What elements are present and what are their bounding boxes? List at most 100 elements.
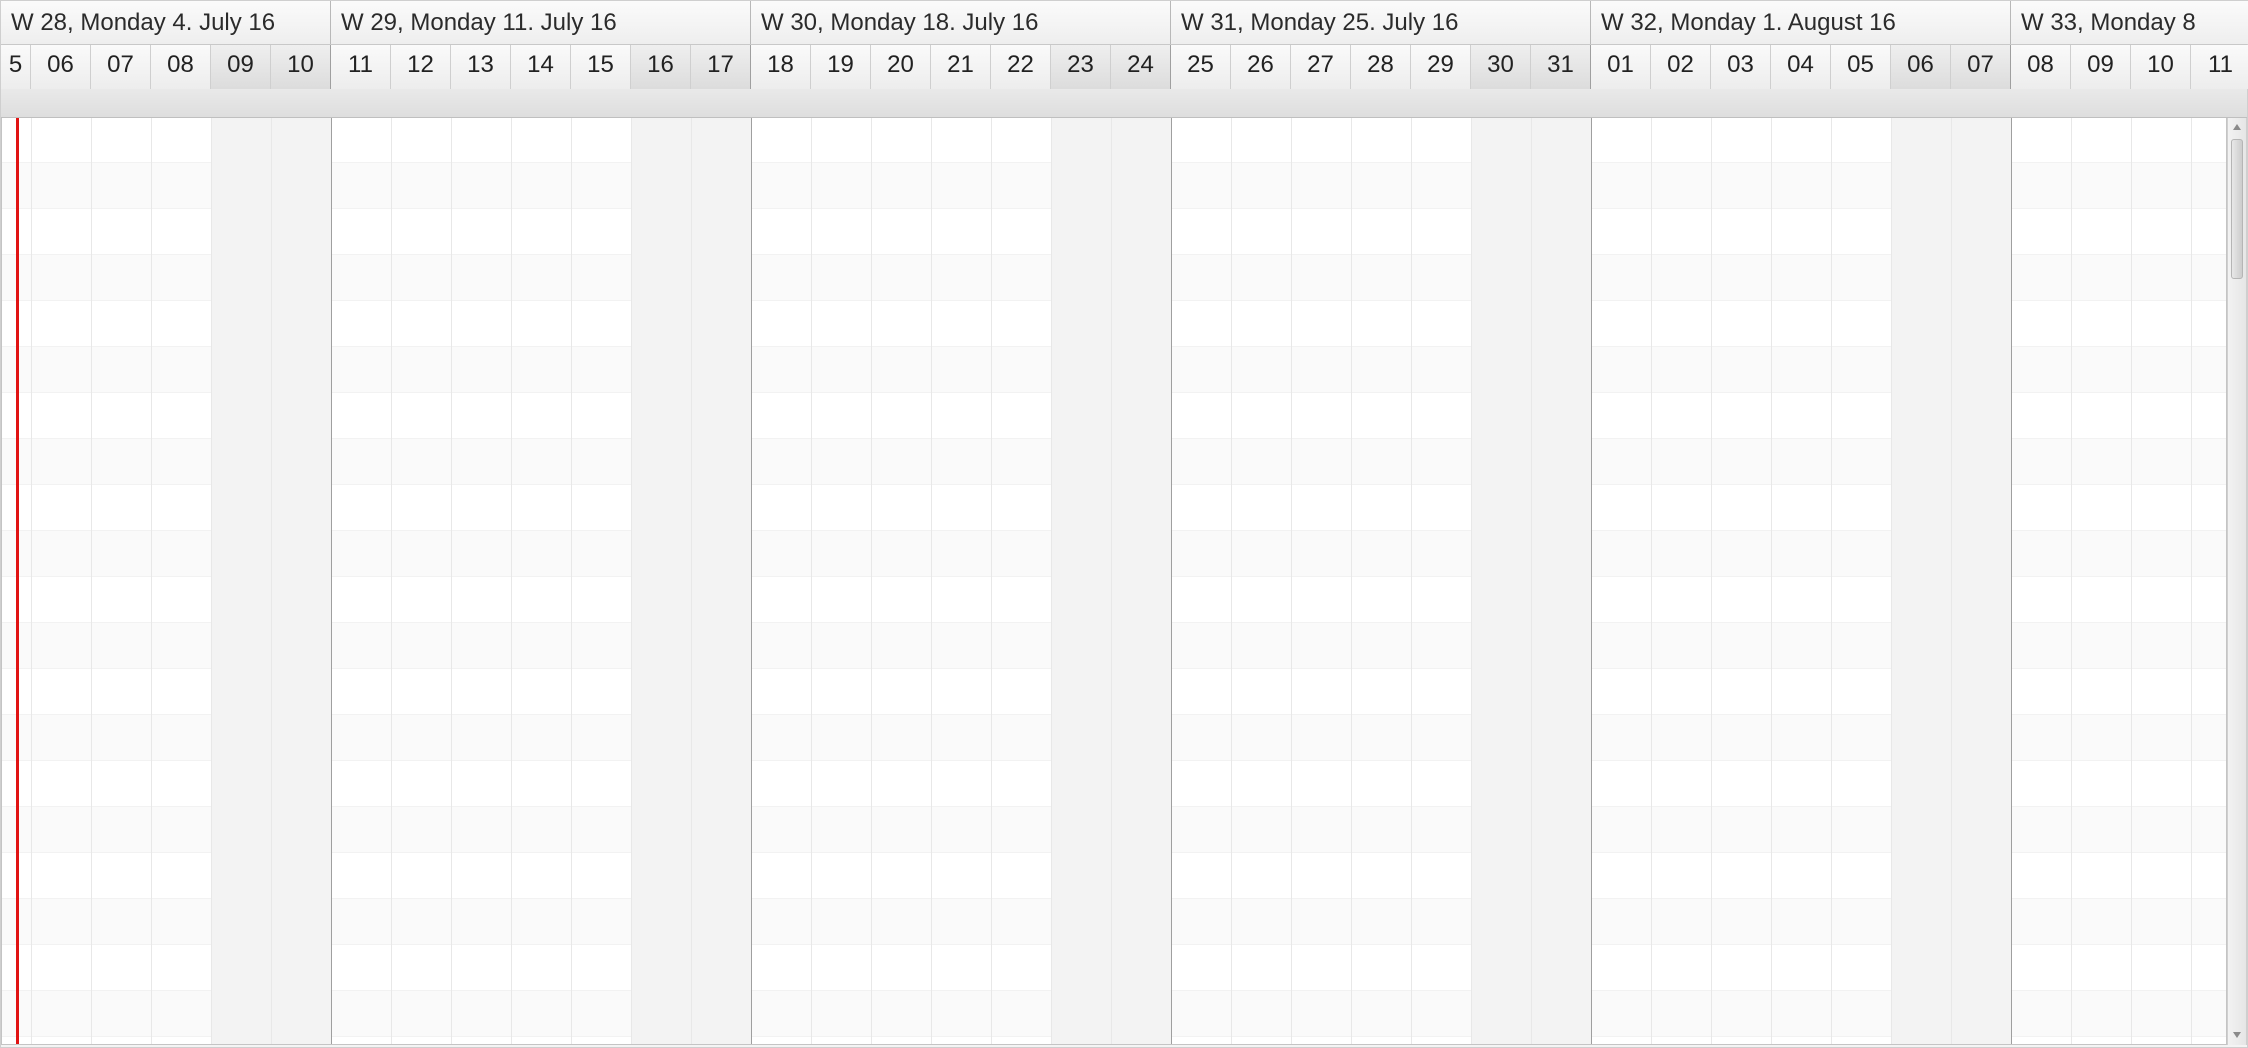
day-header-cell[interactable]: 28: [1351, 45, 1411, 89]
day-header-label: 09: [227, 51, 254, 78]
grid-col: [692, 117, 752, 1044]
day-header-cell[interactable]: 23: [1051, 45, 1111, 89]
grid-col: [1832, 117, 1892, 1044]
day-header-cell[interactable]: 25: [1171, 45, 1231, 89]
scroll-up-arrow-icon[interactable]: [2228, 117, 2246, 137]
grid-col: [1292, 117, 1352, 1044]
day-header-cell[interactable]: 21: [931, 45, 991, 89]
day-header-label: 05: [1847, 51, 1874, 78]
day-header-cell[interactable]: 06: [31, 45, 91, 89]
day-header-cell[interactable]: 26: [1231, 45, 1291, 89]
grid-col: [2012, 117, 2072, 1044]
day-header-cell[interactable]: 12: [391, 45, 451, 89]
scrollbar-thumb[interactable]: [2231, 139, 2243, 279]
grid-col: [1112, 117, 1172, 1044]
week-header-cell[interactable]: W 28, Monday 4. July 16: [1, 1, 331, 44]
day-header-label: 11: [2208, 51, 2233, 78]
grid-col: [1892, 117, 1952, 1044]
day-header-cell[interactable]: 08: [2011, 45, 2071, 89]
grid-col: [1532, 117, 1592, 1044]
day-header-cell[interactable]: 29: [1411, 45, 1471, 89]
day-header-cell[interactable]: 13: [451, 45, 511, 89]
day-header-cell[interactable]: 02: [1651, 45, 1711, 89]
day-header-label: 31: [1547, 51, 1574, 78]
grid-col: [452, 117, 512, 1044]
scroll-down-arrow-icon[interactable]: [2228, 1025, 2246, 1045]
day-header-label: 16: [647, 51, 674, 78]
day-header-cell[interactable]: 18: [751, 45, 811, 89]
day-header-label: 04: [1787, 51, 1814, 78]
day-header-cell[interactable]: 17: [691, 45, 751, 89]
day-header-cell[interactable]: 16: [631, 45, 691, 89]
day-header-label: 13: [467, 51, 494, 78]
day-header-cell[interactable]: 10: [2131, 45, 2191, 89]
day-header-cell[interactable]: 08: [151, 45, 211, 89]
grid-col: [1052, 117, 1112, 1044]
week-header-cell[interactable]: W 32, Monday 1. August 16: [1591, 1, 2011, 44]
day-header-label: 27: [1307, 51, 1334, 78]
grid-col: [572, 117, 632, 1044]
day-header-label: 21: [947, 51, 974, 78]
gantt-timeline-frame: W 28, Monday 4. July 16 W 29, Monday 11. …: [0, 0, 2248, 1048]
day-header-label: 09: [2087, 51, 2114, 78]
grid-col: [1172, 117, 1232, 1044]
grid-col: [1952, 117, 2012, 1044]
grid-col: [1592, 117, 1652, 1044]
day-header-cell[interactable]: 10: [271, 45, 331, 89]
day-header-cell[interactable]: 20: [871, 45, 931, 89]
day-header-cell[interactable]: 06: [1891, 45, 1951, 89]
day-header-cell[interactable]: 07: [1951, 45, 2011, 89]
timeline-grid-cols: [2, 117, 2226, 1044]
day-header-cell[interactable]: 03: [1711, 45, 1771, 89]
week-header-label: W 33, Monday 8: [2021, 9, 2196, 36]
day-header-cell[interactable]: 31: [1531, 45, 1591, 89]
day-header-label: 12: [407, 51, 434, 78]
week-header-cell[interactable]: W 29, Monday 11. July 16: [331, 1, 751, 44]
timeline-header-spacer: [1, 89, 2247, 117]
week-header-cell[interactable]: W 31, Monday 25. July 16: [1171, 1, 1591, 44]
day-header-cell[interactable]: 27: [1291, 45, 1351, 89]
grid-col: [2192, 117, 2227, 1044]
day-header-cell[interactable]: 09: [2071, 45, 2131, 89]
day-header-cell[interactable]: 11: [2191, 45, 2248, 89]
day-header-cell[interactable]: 24: [1111, 45, 1171, 89]
day-header-cell[interactable]: 05: [1831, 45, 1891, 89]
vertical-scrollbar[interactable]: [2227, 117, 2247, 1045]
day-header-label: 25: [1187, 51, 1214, 78]
day-header-label: 15: [587, 51, 614, 78]
day-header-label: 26: [1247, 51, 1274, 78]
day-header-label: 22: [1007, 51, 1034, 78]
day-header-label: 07: [1967, 51, 1994, 78]
week-header-cell[interactable]: W 33, Monday 8: [2011, 1, 2248, 44]
day-header-cell[interactable]: 04: [1771, 45, 1831, 89]
timeline-header: W 28, Monday 4. July 16 W 29, Monday 11. …: [1, 1, 2247, 118]
grid-col: [1652, 117, 1712, 1044]
day-header-cell[interactable]: 22: [991, 45, 1051, 89]
day-header-cell[interactable]: 19: [811, 45, 871, 89]
timeline-header-weeks: W 28, Monday 4. July 16 W 29, Monday 11. …: [1, 1, 2247, 45]
day-header-label: 29: [1427, 51, 1454, 78]
day-header-cell[interactable]: 5: [1, 45, 31, 89]
day-header-cell[interactable]: 14: [511, 45, 571, 89]
week-header-label: W 29, Monday 11. July 16: [341, 9, 617, 36]
day-header-label: 06: [1907, 51, 1934, 78]
week-header-label: W 30, Monday 18. July 16: [761, 9, 1038, 36]
week-header-label: W 31, Monday 25. July 16: [1181, 9, 1458, 36]
grid-col: [332, 117, 392, 1044]
day-header-label: 18: [767, 51, 794, 78]
week-header-cell[interactable]: W 30, Monday 18. July 16: [751, 1, 1171, 44]
grid-col: [752, 117, 812, 1044]
grid-col: [32, 117, 92, 1044]
grid-col: [812, 117, 872, 1044]
day-header-cell[interactable]: 01: [1591, 45, 1651, 89]
day-header-cell[interactable]: 07: [91, 45, 151, 89]
day-header-cell[interactable]: 15: [571, 45, 631, 89]
day-header-label: 30: [1487, 51, 1514, 78]
grid-col: [872, 117, 932, 1044]
day-header-cell[interactable]: 30: [1471, 45, 1531, 89]
timeline-grid[interactable]: [1, 117, 2227, 1045]
day-header-cell[interactable]: 09: [211, 45, 271, 89]
day-header-label: 08: [167, 51, 194, 78]
day-header-cell[interactable]: 11: [331, 45, 391, 89]
grid-col: [1712, 117, 1772, 1044]
